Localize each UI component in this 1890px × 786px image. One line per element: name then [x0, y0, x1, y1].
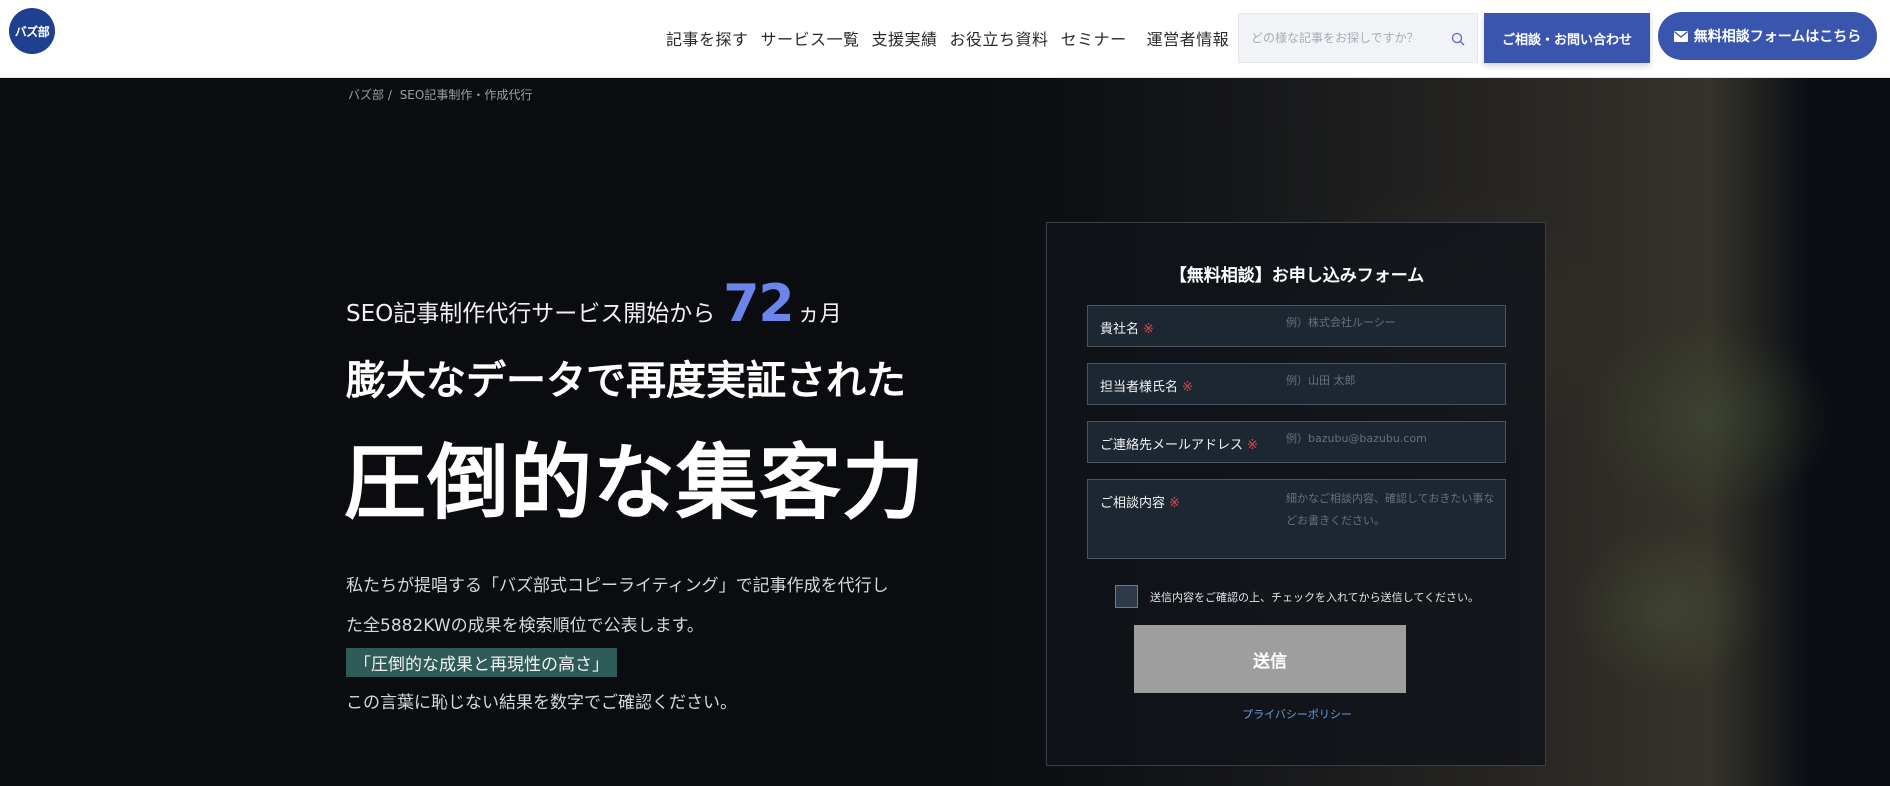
hero-headline-sub: 膨大なデータで再度実証された — [346, 358, 906, 404]
free-consult-form-button[interactable]: 無料相談フォームはこちら — [1658, 12, 1877, 60]
hero-lead: SEO記事制作代行サービス開始から 72 ヵ月 — [346, 274, 842, 334]
email-field: ご連絡先メールアドレス ※ — [1087, 421, 1506, 463]
search-box — [1238, 13, 1478, 63]
company-name-field: 貴社名 ※ — [1087, 305, 1506, 347]
confirm-row: 送信内容をご確認の上、チェックを入れてから送信してください。 — [1115, 585, 1479, 608]
inquiry-label: ご相談内容 ※ — [1100, 496, 1180, 511]
breadcrumb-home[interactable]: バズ部 / — [348, 88, 392, 102]
hero-description-line1: 私たちが提唱する「バズ部式コピーライティング」で記事作成を代行し — [346, 576, 889, 596]
months-count: 72 — [723, 274, 794, 334]
site-logo[interactable]: バズ部 — [9, 8, 55, 54]
months-unit: ヵ月 — [797, 302, 842, 327]
nav-item-services[interactable]: サービス一覧 — [761, 26, 860, 50]
hero-highlight: 「圧倒的な成果と再現性の高さ」 — [346, 648, 617, 677]
confirm-checkbox-label: 送信内容をご確認の上、チェックを入れてから送信してください。 — [1150, 590, 1480, 604]
required-mark: ※ — [1182, 380, 1193, 395]
contact-person-field: 担当者様氏名 ※ — [1087, 363, 1506, 405]
inquiry-field: ご相談内容 ※ — [1087, 479, 1506, 559]
privacy-policy-link[interactable]: プライバシーポリシー — [1047, 706, 1547, 722]
main-nav: 記事を探す サービス一覧 支援実績 お役立ち資料 セミナー 運営者情報 — [666, 26, 1241, 50]
hero-closing-text: この言葉に恥じない結果を数字でご確認ください。 — [346, 693, 737, 713]
nav-item-results[interactable]: 支援実績 — [872, 26, 938, 50]
contact-person-input[interactable] — [1286, 374, 1496, 387]
nav-item-seminar[interactable]: セミナー — [1061, 26, 1127, 50]
required-mark: ※ — [1143, 322, 1154, 337]
site-header: バズ部 記事を探す サービス一覧 支援実績 お役立ち資料 セミナー 運営者情報 … — [0, 0, 1890, 78]
inquiry-textarea[interactable] — [1286, 488, 1496, 548]
search-input[interactable] — [1251, 28, 1447, 48]
breadcrumb-current: SEO記事制作・作成代行 — [399, 88, 533, 102]
nav-item-articles[interactable]: 記事を探す — [666, 26, 749, 50]
email-input[interactable] — [1286, 432, 1496, 445]
hero-description-line2: た全5882KWの成果を検索順位で公表します。 — [346, 616, 704, 636]
hero-headline-main: 圧倒的な集客力 — [344, 436, 926, 531]
nav-item-resources[interactable]: お役立ち資料 — [950, 26, 1049, 50]
hero-section: バズ部 / SEO記事制作・作成代行 SEO記事制作代行サービス開始から 72 … — [0, 78, 1890, 786]
consult-form: 【無料相談】お申し込みフォーム 貴社名※ 担当者様氏名※ ご連絡先メールアドレス… — [1046, 222, 1546, 766]
mail-icon — [1673, 30, 1688, 42]
nav-item-company[interactable]: 運営者情報 — [1147, 26, 1230, 50]
hero-description: 私たちが提唱する「バズ部式コピーライティング」で記事作成を代行し た全5882K… — [346, 566, 936, 646]
email-label: ご連絡先メールアドレス ※ — [1100, 438, 1258, 453]
form-title: 【無料相談】お申し込みフォーム — [1169, 266, 1425, 286]
contact-person-label: 担当者様氏名 ※ — [1100, 380, 1193, 395]
hero-overlay — [0, 78, 1890, 786]
company-name-input[interactable] — [1286, 316, 1496, 329]
required-mark: ※ — [1247, 438, 1258, 453]
company-name-label: 貴社名 ※ — [1100, 322, 1154, 337]
confirm-checkbox[interactable] — [1115, 585, 1138, 608]
contact-button[interactable]: ご相談・お問い合わせ — [1484, 13, 1650, 63]
breadcrumb: バズ部 / SEO記事制作・作成代行 — [348, 86, 536, 103]
search-icon[interactable] — [1451, 32, 1465, 46]
free-consult-form-label: 無料相談フォームはこちら — [1693, 29, 1862, 45]
required-mark: ※ — [1169, 496, 1180, 511]
hero-lead-text: SEO記事制作代行サービス開始から — [346, 301, 716, 327]
submit-button[interactable]: 送信 — [1134, 625, 1406, 693]
